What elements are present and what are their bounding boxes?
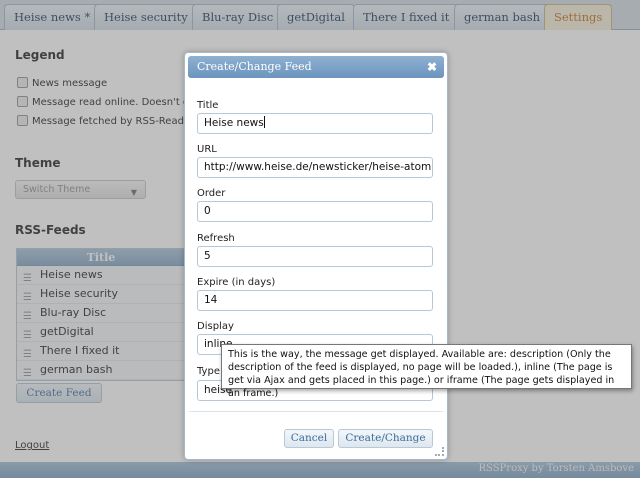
order-field[interactable]: 0 [197, 201, 433, 222]
dialog-titlebar[interactable]: Create/Change Feed ✖ [188, 56, 444, 78]
display-label: Display [197, 321, 234, 332]
url-field[interactable]: http://www.heise.de/newsticker/heise-ato… [197, 157, 433, 178]
type-label: Type [197, 366, 220, 377]
feed-dialog: Create/Change Feed ✖ Title Heise news UR… [184, 52, 448, 460]
refresh-label: Refresh [197, 233, 235, 244]
display-tooltip: This is the way, the message get display… [221, 344, 632, 399]
url-label: URL [197, 144, 217, 155]
text-cursor [263, 116, 265, 128]
dialog-title: Create/Change Feed [197, 60, 312, 73]
refresh-field[interactable]: 5 [197, 246, 433, 267]
create-change-button[interactable]: Create/Change [338, 429, 433, 448]
resize-grip-icon[interactable] [435, 447, 444, 456]
title-label: Title [197, 100, 219, 111]
expire-field[interactable]: 14 [197, 290, 433, 311]
close-icon[interactable]: ✖ [427, 56, 437, 78]
order-label: Order [197, 188, 226, 199]
cancel-button[interactable]: Cancel [284, 429, 334, 448]
expire-label: Expire (in days) [197, 277, 276, 288]
title-field[interactable]: Heise news [197, 113, 433, 134]
title-field-value: Heise news [204, 117, 264, 129]
dialog-divider [189, 411, 443, 412]
